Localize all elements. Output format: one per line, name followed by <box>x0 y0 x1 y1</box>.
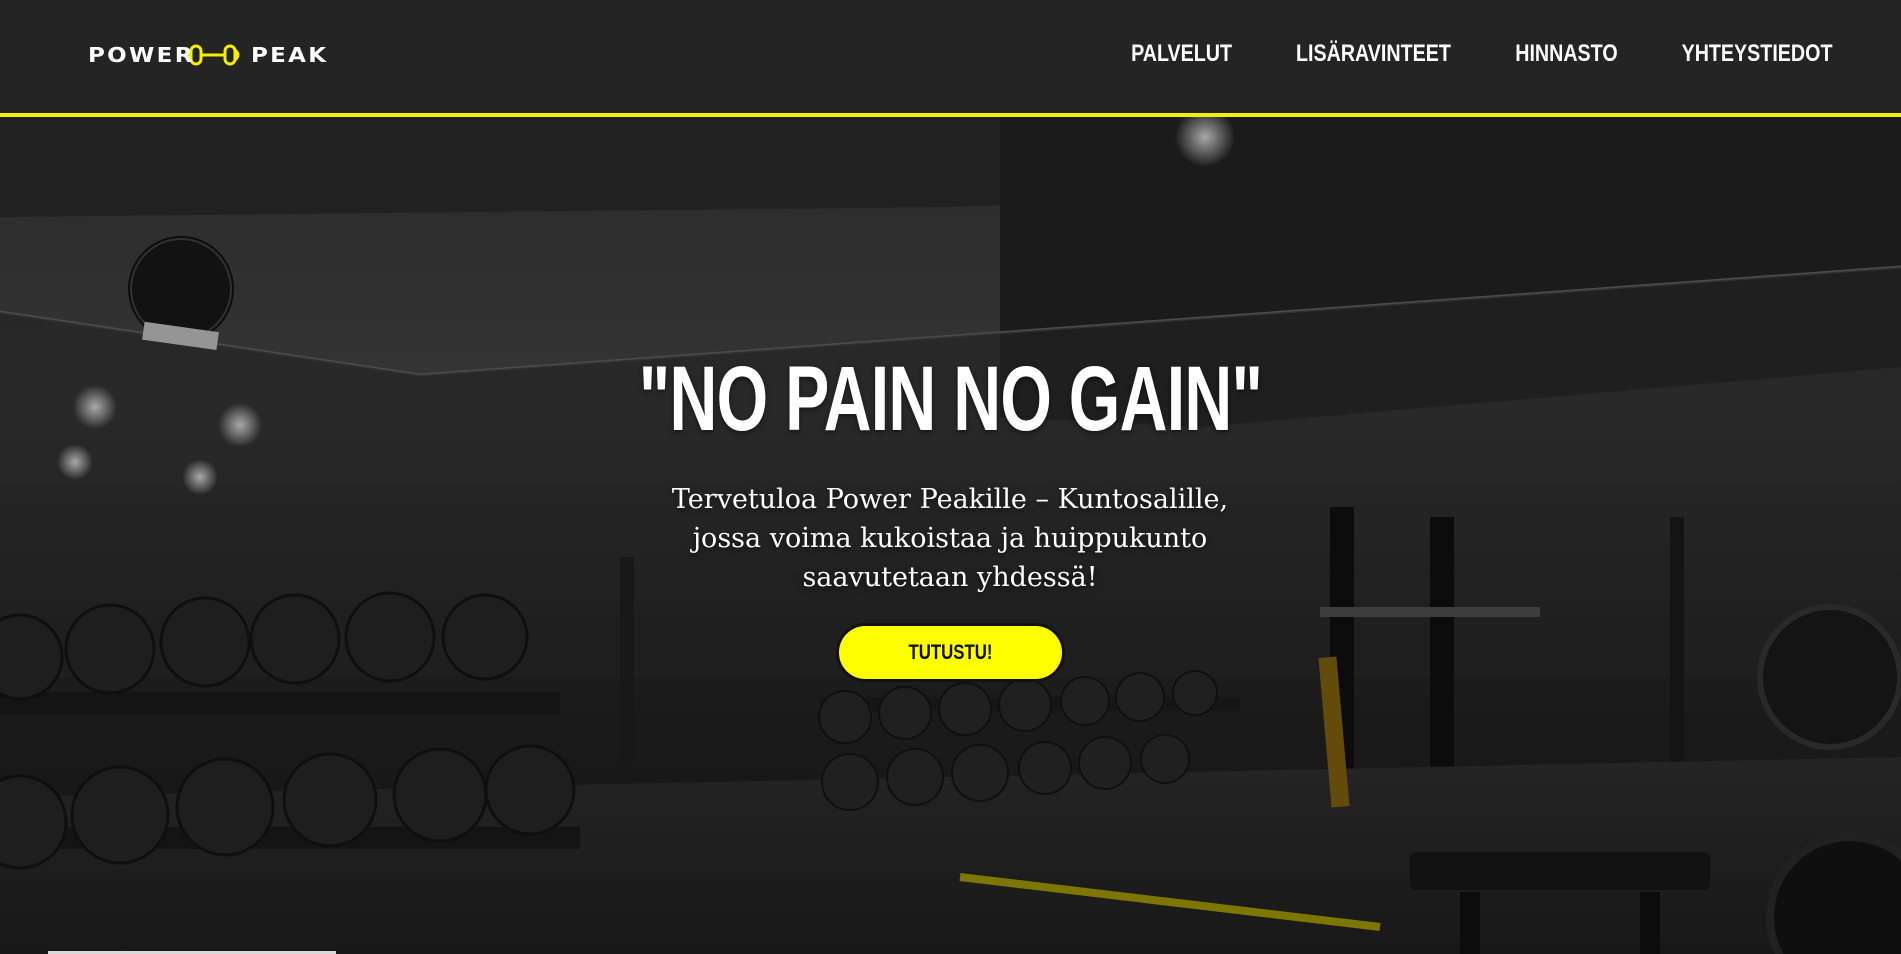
tutustu-button[interactable]: TUTUSTU! <box>836 623 1065 682</box>
nav-item-yhteystiedot[interactable]: YHTEYSTIEDOT <box>1682 40 1833 68</box>
nav-item-palvelut[interactable]: PALVELUT <box>1131 40 1232 68</box>
logo-word-power: POWER <box>88 43 195 67</box>
nav-item-lisaravinteet[interactable]: LISÄRAVINTEET <box>1296 40 1451 68</box>
site-header: POWER PEAK PALVELUT LISÄRAVINTEET HINNAS… <box>0 0 1901 117</box>
hero-subtitle: Tervetuloa Power Peakille – Kuntosalille… <box>671 484 1229 593</box>
hero-content: "NO PAIN NO GAIN" Tervetuloa Power Peaki… <box>0 117 1901 954</box>
main-nav: PALVELUT LISÄRAVINTEET HINNASTO YHTEYSTI… <box>1084 40 1849 68</box>
hero-title: "NO PAIN NO GAIN" <box>638 348 1263 450</box>
nav-item-hinnasto[interactable]: HINNASTO <box>1515 40 1617 68</box>
hero-section: "NO PAIN NO GAIN" Tervetuloa Power Peaki… <box>0 117 1901 954</box>
logo-word-peak: PEAK <box>250 43 329 67</box>
tutustu-button-label: TUTUSTU! <box>908 641 993 664</box>
site-logo[interactable]: POWER PEAK <box>88 40 326 70</box>
page: POWER PEAK PALVELUT LISÄRAVINTEET HINNAS… <box>0 0 1901 954</box>
